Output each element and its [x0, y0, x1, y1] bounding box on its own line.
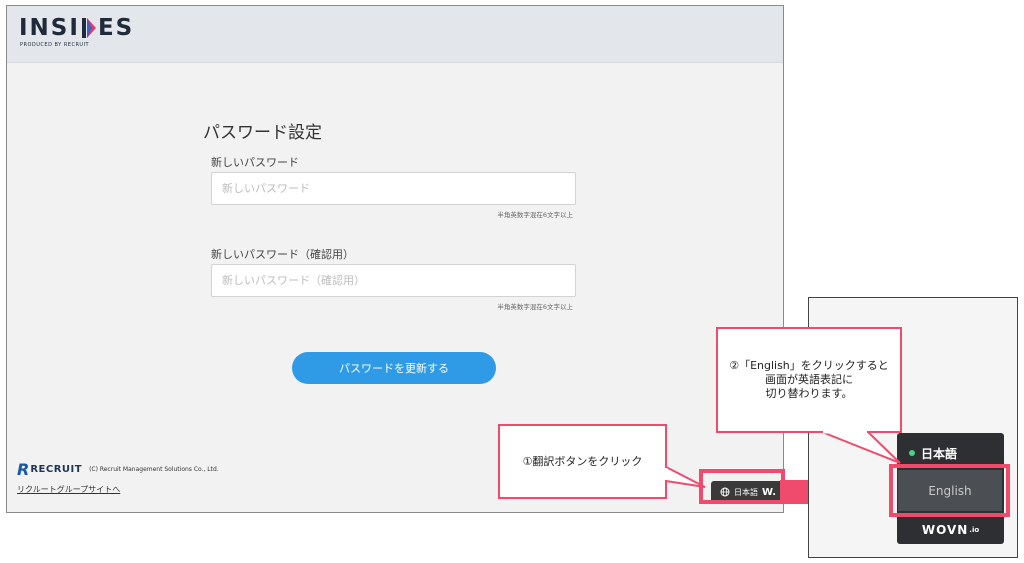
new-password-hint: 半角英数字混在6文字以上	[497, 211, 573, 219]
recruit-footer-logo: R RECRUIT (C) Recruit Management Solutio…	[17, 460, 219, 479]
callout-step1-pointer	[664, 465, 706, 488]
callout-step1: ①翻訳ボタンをクリック	[498, 424, 667, 499]
insides-logo[interactable]: INSI ES PRODUCED BY RECRUIT	[19, 15, 134, 48]
wovn-logo: WOVN .io	[897, 518, 1004, 542]
login-page-frame: INSI ES PRODUCED BY RECRUIT パスワード設定 新しいパ…	[6, 5, 784, 513]
recruit-r-icon: R	[17, 460, 30, 479]
logo-wordmark: INSI ES	[19, 15, 134, 41]
logo-text-right: ES	[97, 15, 135, 41]
confirm-password-hint: 半角英数字混在6文字以上	[497, 303, 573, 311]
english-option-highlight	[889, 464, 1010, 517]
callout-step2-line2: 画面が英語表記に	[765, 373, 853, 386]
translate-button-highlight	[699, 469, 785, 504]
language-option-japanese[interactable]: 日本語	[897, 441, 1004, 465]
logo-d-mark-icon	[81, 18, 96, 38]
callout-step2-pointer	[821, 430, 901, 464]
header-bar: INSI ES PRODUCED BY RECRUIT	[7, 6, 783, 63]
copyright-text: (C) Recruit Management Solutions Co., Lt…	[89, 466, 219, 473]
confirm-password-input[interactable]	[211, 264, 576, 297]
callout-step2-line3: 切り替わります。	[765, 387, 853, 400]
new-password-input[interactable]	[211, 172, 576, 205]
confirm-password-label: 新しいパスワード（確認用）	[211, 248, 354, 261]
language-option-japanese-label: 日本語	[921, 446, 958, 461]
logo-produced-by: PRODUCED BY RECRUIT	[20, 42, 90, 48]
recruit-group-link[interactable]: リクルートグループサイトへ	[17, 484, 120, 495]
wovn-logo-suffix: .io	[969, 526, 980, 534]
logo-text-left: INSI	[19, 15, 80, 41]
recruit-brand: RECRUIT	[30, 464, 83, 475]
page-title: パスワード設定	[203, 123, 322, 143]
update-password-button[interactable]: パスワードを更新する	[292, 352, 496, 384]
new-password-label: 新しいパスワード	[211, 156, 299, 169]
callout-step2: ②「English」をクリックすると 画面が英語表記に 切り替わります。	[716, 327, 902, 433]
callout-step2-line1: ②「English」をクリックすると	[729, 359, 889, 372]
callout-step1-text: ①翻訳ボタンをクリック	[522, 454, 643, 468]
wovn-logo-text: WOVN	[921, 523, 969, 537]
